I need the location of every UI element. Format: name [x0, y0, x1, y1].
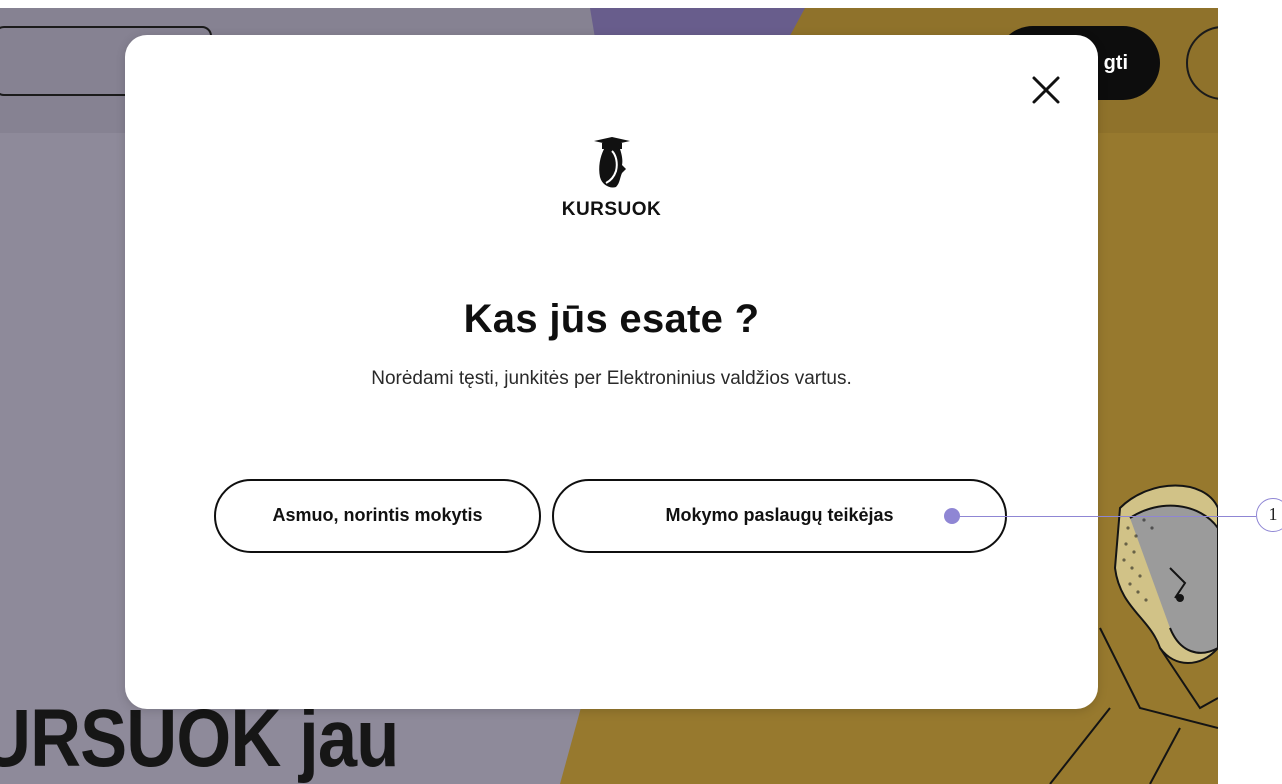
- close-button[interactable]: [1024, 68, 1068, 112]
- annotation-marker: 1: [1256, 498, 1282, 532]
- close-icon: [1032, 76, 1060, 104]
- provider-role-button[interactable]: Mokymo paslaugų teikėjas: [552, 479, 1007, 553]
- modal-subtitle: Norėdami tęsti, junkitės per Elektronini…: [371, 368, 852, 389]
- kursuok-logo: KURSUOK: [125, 133, 1098, 221]
- kursuok-logo-icon: [593, 137, 630, 188]
- annotation-line: [952, 516, 1256, 517]
- logo-text: KURSUOK: [561, 199, 662, 220]
- modal-title: Kas jūs esate ?: [463, 297, 760, 341]
- annotation-dot: [944, 508, 960, 524]
- role-selection-modal: KURSUOK Kas jūs esate ? Norėdami tęsti, …: [125, 35, 1098, 709]
- learner-role-button[interactable]: Asmuo, norintis mokytis: [214, 479, 541, 553]
